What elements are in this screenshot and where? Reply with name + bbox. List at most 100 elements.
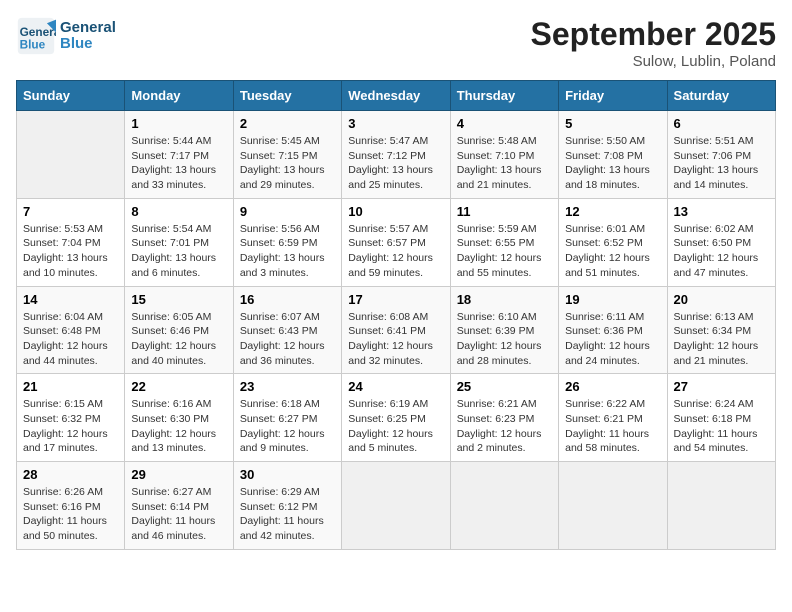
day-number: 14	[23, 292, 118, 307]
day-info: Sunrise: 5:56 AM Sunset: 6:59 PM Dayligh…	[240, 222, 335, 281]
month-title: September 2025	[531, 16, 776, 53]
day-number: 11	[457, 204, 552, 219]
calendar-cell: 30 Sunrise: 6:29 AM Sunset: 6:12 PM Dayli…	[233, 462, 341, 550]
day-number: 26	[565, 379, 660, 394]
calendar-cell: 10Sunrise: 5:57 AM Sunset: 6:57 PM Dayli…	[342, 198, 450, 286]
location: Sulow, Lublin, Poland	[531, 53, 776, 70]
calendar-cell: 19Sunrise: 6:11 AM Sunset: 6:36 PM Dayli…	[559, 286, 667, 374]
weekday-header-wednesday: Wednesday	[342, 81, 450, 111]
day-info: Sunrise: 6:10 AM Sunset: 6:39 PM Dayligh…	[457, 310, 552, 369]
day-number: 8	[131, 204, 226, 219]
calendar-cell: 4 Sunrise: 5:48 AM Sunset: 7:10 PM Daylig…	[450, 111, 558, 199]
day-info: Sunrise: 6:08 AM Sunset: 6:41 PM Dayligh…	[348, 310, 443, 369]
day-info: Sunrise: 6:11 AM Sunset: 6:36 PM Dayligh…	[565, 310, 660, 369]
day-number: 13	[674, 204, 769, 219]
logo-icon: General Blue	[16, 16, 56, 56]
day-number: 27	[674, 379, 769, 394]
day-number: 23	[240, 379, 335, 394]
calendar-cell: 20 Sunrise: 6:13 AM Sunset: 6:34 PM Dayli…	[667, 286, 775, 374]
day-info: Sunrise: 6:24 AM Sunset: 6:18 PM Dayligh…	[674, 397, 769, 456]
day-info: Sunrise: 5:50 AM Sunset: 7:08 PM Dayligh…	[565, 134, 660, 193]
day-number: 21	[23, 379, 118, 394]
day-info: Sunrise: 6:04 AM Sunset: 6:48 PM Dayligh…	[23, 310, 118, 369]
day-info: Sunrise: 6:18 AM Sunset: 6:27 PM Dayligh…	[240, 397, 335, 456]
day-number: 7	[23, 204, 118, 219]
day-number: 17	[348, 292, 443, 307]
calendar-cell: 28 Sunrise: 6:26 AM Sunset: 6:16 PM Dayli…	[17, 462, 125, 550]
weekday-header-monday: Monday	[125, 81, 233, 111]
day-number: 30	[240, 467, 335, 482]
weekday-header-friday: Friday	[559, 81, 667, 111]
calendar-cell: 7 Sunrise: 5:53 AM Sunset: 7:04 PM Daylig…	[17, 198, 125, 286]
weekday-header-sunday: Sunday	[17, 81, 125, 111]
calendar-cell: 9 Sunrise: 5:56 AM Sunset: 6:59 PM Daylig…	[233, 198, 341, 286]
day-info: Sunrise: 6:13 AM Sunset: 6:34 PM Dayligh…	[674, 310, 769, 369]
day-number: 12	[565, 204, 660, 219]
day-info: Sunrise: 5:53 AM Sunset: 7:04 PM Dayligh…	[23, 222, 118, 281]
calendar-cell	[17, 111, 125, 199]
calendar-cell: 6 Sunrise: 5:51 AM Sunset: 7:06 PM Daylig…	[667, 111, 775, 199]
day-info: Sunrise: 5:54 AM Sunset: 7:01 PM Dayligh…	[131, 222, 226, 281]
calendar-cell: 24Sunrise: 6:19 AM Sunset: 6:25 PM Dayli…	[342, 374, 450, 462]
day-number: 15	[131, 292, 226, 307]
day-info: Sunrise: 6:05 AM Sunset: 6:46 PM Dayligh…	[131, 310, 226, 369]
day-info: Sunrise: 5:59 AM Sunset: 6:55 PM Dayligh…	[457, 222, 552, 281]
calendar-cell: 5 Sunrise: 5:50 AM Sunset: 7:08 PM Daylig…	[559, 111, 667, 199]
day-info: Sunrise: 6:07 AM Sunset: 6:43 PM Dayligh…	[240, 310, 335, 369]
day-info: Sunrise: 6:19 AM Sunset: 6:25 PM Dayligh…	[348, 397, 443, 456]
day-number: 18	[457, 292, 552, 307]
day-number: 28	[23, 467, 118, 482]
logo: General Blue General Blue	[16, 16, 116, 56]
day-info: Sunrise: 6:21 AM Sunset: 6:23 PM Dayligh…	[457, 397, 552, 456]
day-info: Sunrise: 5:51 AM Sunset: 7:06 PM Dayligh…	[674, 134, 769, 193]
day-info: Sunrise: 5:48 AM Sunset: 7:10 PM Dayligh…	[457, 134, 552, 193]
calendar-table: SundayMondayTuesdayWednesdayThursdayFrid…	[16, 80, 776, 550]
calendar-cell: 29 Sunrise: 6:27 AM Sunset: 6:14 PM Dayli…	[125, 462, 233, 550]
calendar-cell: 2Sunrise: 5:45 AM Sunset: 7:15 PM Daylig…	[233, 111, 341, 199]
day-number: 16	[240, 292, 335, 307]
day-info: Sunrise: 6:27 AM Sunset: 6:14 PM Dayligh…	[131, 485, 226, 544]
day-info: Sunrise: 5:57 AM Sunset: 6:57 PM Dayligh…	[348, 222, 443, 281]
day-info: Sunrise: 6:15 AM Sunset: 6:32 PM Dayligh…	[23, 397, 118, 456]
day-info: Sunrise: 6:22 AM Sunset: 6:21 PM Dayligh…	[565, 397, 660, 456]
day-number: 5	[565, 116, 660, 131]
calendar-cell: 8 Sunrise: 5:54 AM Sunset: 7:01 PM Daylig…	[125, 198, 233, 286]
day-number: 29	[131, 467, 226, 482]
calendar-cell: 27 Sunrise: 6:24 AM Sunset: 6:18 PM Dayli…	[667, 374, 775, 462]
day-info: Sunrise: 6:02 AM Sunset: 6:50 PM Dayligh…	[674, 222, 769, 281]
svg-text:Blue: Blue	[20, 38, 46, 52]
logo-text-line1: General	[60, 20, 116, 37]
day-number: 22	[131, 379, 226, 394]
day-number: 20	[674, 292, 769, 307]
day-info: Sunrise: 6:01 AM Sunset: 6:52 PM Dayligh…	[565, 222, 660, 281]
calendar-cell	[450, 462, 558, 550]
calendar-cell: 26 Sunrise: 6:22 AM Sunset: 6:21 PM Dayli…	[559, 374, 667, 462]
week-row-4: 21 Sunrise: 6:15 AM Sunset: 6:32 PM Dayli…	[17, 374, 776, 462]
week-row-1: 1Sunrise: 5:44 AM Sunset: 7:17 PM Daylig…	[17, 111, 776, 199]
logo-text-line2: Blue	[60, 36, 116, 53]
week-row-3: 14 Sunrise: 6:04 AM Sunset: 6:48 PM Dayli…	[17, 286, 776, 374]
day-info: Sunrise: 6:29 AM Sunset: 6:12 PM Dayligh…	[240, 485, 335, 544]
weekday-header-saturday: Saturday	[667, 81, 775, 111]
calendar-cell: 14 Sunrise: 6:04 AM Sunset: 6:48 PM Dayli…	[17, 286, 125, 374]
calendar-cell: 16 Sunrise: 6:07 AM Sunset: 6:43 PM Dayli…	[233, 286, 341, 374]
calendar-cell: 17 Sunrise: 6:08 AM Sunset: 6:41 PM Dayli…	[342, 286, 450, 374]
day-number: 25	[457, 379, 552, 394]
calendar-cell: 21 Sunrise: 6:15 AM Sunset: 6:32 PM Dayli…	[17, 374, 125, 462]
weekday-header-thursday: Thursday	[450, 81, 558, 111]
weekday-header-tuesday: Tuesday	[233, 81, 341, 111]
calendar-cell: 12 Sunrise: 6:01 AM Sunset: 6:52 PM Dayli…	[559, 198, 667, 286]
day-info: Sunrise: 5:44 AM Sunset: 7:17 PM Dayligh…	[131, 134, 226, 193]
calendar-cell: 23 Sunrise: 6:18 AM Sunset: 6:27 PM Dayli…	[233, 374, 341, 462]
title-block: September 2025 Sulow, Lublin, Poland	[531, 16, 776, 70]
day-number: 4	[457, 116, 552, 131]
calendar-cell: 11 Sunrise: 5:59 AM Sunset: 6:55 PM Dayli…	[450, 198, 558, 286]
weekday-header-row: SundayMondayTuesdayWednesdayThursdayFrid…	[17, 81, 776, 111]
calendar-cell	[559, 462, 667, 550]
day-number: 9	[240, 204, 335, 219]
calendar-cell	[342, 462, 450, 550]
day-number: 6	[674, 116, 769, 131]
calendar-cell: 15 Sunrise: 6:05 AM Sunset: 6:46 PM Dayli…	[125, 286, 233, 374]
day-number: 3	[348, 116, 443, 131]
day-info: Sunrise: 6:26 AM Sunset: 6:16 PM Dayligh…	[23, 485, 118, 544]
